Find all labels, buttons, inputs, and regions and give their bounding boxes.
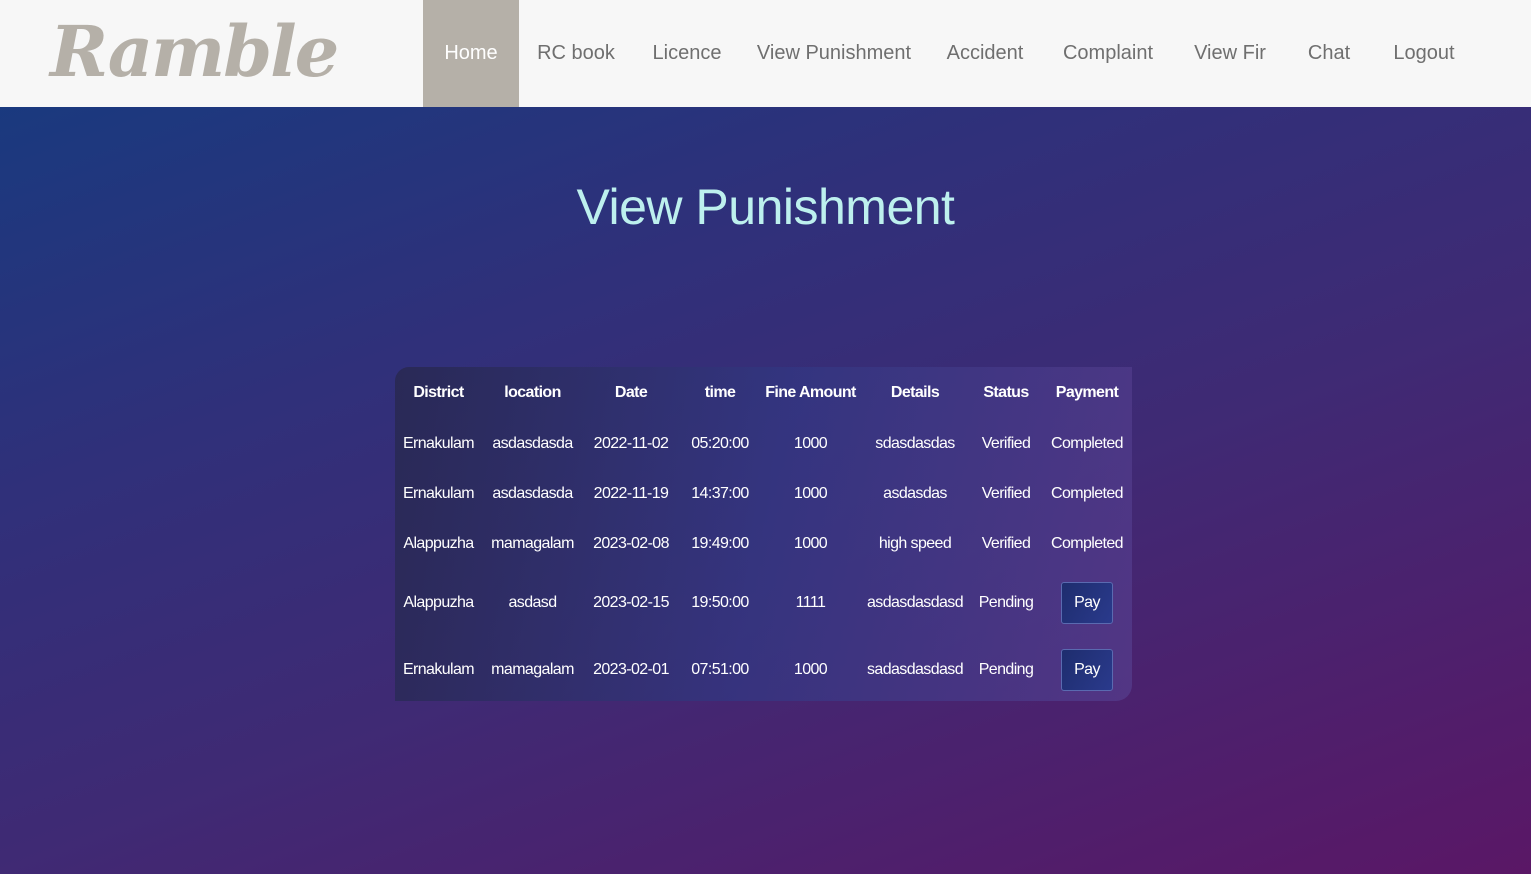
cell-location: mamagalam xyxy=(491,660,574,678)
cell-details: sdasdasdas xyxy=(875,435,955,452)
header-district: District xyxy=(413,384,464,401)
header-fine-amount: Fine Amount xyxy=(765,384,856,401)
cell-time: 07:51:00 xyxy=(691,660,749,678)
cell-payment: Pay xyxy=(1042,569,1132,636)
cell-time: 14:37:00 xyxy=(691,485,749,502)
cell-fine: 1111 xyxy=(795,593,826,611)
cell-status: Pending xyxy=(978,593,1034,611)
cell-fine: 1000 xyxy=(793,660,828,678)
table-row: Alappuzha asdasd 2023-02-15 19:50:00 111… xyxy=(395,569,1132,636)
header-payment: Payment xyxy=(1055,384,1119,401)
nav-complaint[interactable]: Complaint xyxy=(1058,0,1158,107)
table-row: Ernakulam asdasdasda 2022-11-02 05:20:00… xyxy=(395,419,1132,469)
cell-fine: 1000 xyxy=(793,435,828,452)
cell-district: Ernakulam xyxy=(402,485,475,502)
table-row: Ernakulam asdasdasda 2022-11-19 14:37:00… xyxy=(395,469,1132,519)
nav-view-punishment[interactable]: View Punishment xyxy=(756,0,912,107)
table-header-row: District location Date time Fine Amount … xyxy=(395,367,1132,419)
table-row: Alappuzha mamagalam 2023-02-08 19:49:00 … xyxy=(395,519,1132,569)
cell-location: mamagalam xyxy=(491,535,574,552)
cell-location: asdasd xyxy=(508,593,558,611)
cell-status: Pending xyxy=(978,660,1034,678)
punishment-table-container: District location Date time Fine Amount … xyxy=(395,367,1132,701)
cell-date: 2022-11-02 xyxy=(593,435,669,452)
cell-date: 2023-02-15 xyxy=(593,593,669,611)
cell-time: 19:50:00 xyxy=(691,593,749,611)
cell-date: 2023-02-08 xyxy=(593,535,669,552)
cell-details: asdasdas xyxy=(883,485,947,502)
header-status: Status xyxy=(983,384,1029,401)
pay-button[interactable]: Pay xyxy=(1061,581,1113,624)
header-location: location xyxy=(504,384,561,401)
brand-logo[interactable]: Ramble xyxy=(50,4,339,100)
cell-status: Verified xyxy=(981,435,1031,452)
cell-fine: 1000 xyxy=(793,535,828,552)
cell-district: Alappuzha xyxy=(403,593,474,611)
nav-accident[interactable]: Accident xyxy=(941,0,1029,107)
page-title: View Punishment xyxy=(576,179,955,235)
header-details: Details xyxy=(890,384,940,401)
nav-licence[interactable]: Licence xyxy=(647,0,727,107)
header-date: Date xyxy=(614,384,648,401)
cell-district: Ernakulam xyxy=(402,435,475,452)
nav-view-fir[interactable]: View Fir xyxy=(1188,0,1272,107)
cell-date: 2022-11-19 xyxy=(593,485,669,502)
cell-date: 2023-02-01 xyxy=(593,660,669,678)
pay-button[interactable]: Pay xyxy=(1061,648,1113,691)
cell-time: 19:49:00 xyxy=(691,535,749,552)
cell-payment: Completed xyxy=(1051,435,1124,452)
cell-district: Ernakulam xyxy=(402,660,475,678)
cell-payment: Completed xyxy=(1051,485,1124,502)
nav-chat[interactable]: Chat xyxy=(1300,0,1358,107)
nav-home[interactable]: Home xyxy=(423,0,519,107)
cell-details: asdasdasdasd xyxy=(867,593,964,611)
cell-time: 05:20:00 xyxy=(691,435,749,452)
table-row: Ernakulam mamagalam 2023-02-01 07:51:00 … xyxy=(395,636,1132,701)
header-time: time xyxy=(704,384,736,401)
cell-location: asdasdasda xyxy=(492,485,573,502)
nav-logout[interactable]: Logout xyxy=(1386,0,1462,107)
cell-fine: 1000 xyxy=(793,485,828,502)
cell-district: Alappuzha xyxy=(403,535,474,552)
cell-details: sadasdasdasd xyxy=(867,660,964,678)
cell-location: asdasdasda xyxy=(492,435,573,452)
nav-rc-book[interactable]: RC book xyxy=(534,0,618,107)
cell-payment: Completed xyxy=(1051,535,1124,552)
cell-details: high speed xyxy=(878,535,952,552)
cell-status: Verified xyxy=(981,535,1031,552)
punishment-table: District location Date time Fine Amount … xyxy=(395,367,1132,701)
cell-status: Verified xyxy=(981,485,1031,502)
top-navbar: Ramble Home RC book Licence View Punishm… xyxy=(0,0,1531,107)
cell-payment: Pay xyxy=(1042,636,1132,701)
